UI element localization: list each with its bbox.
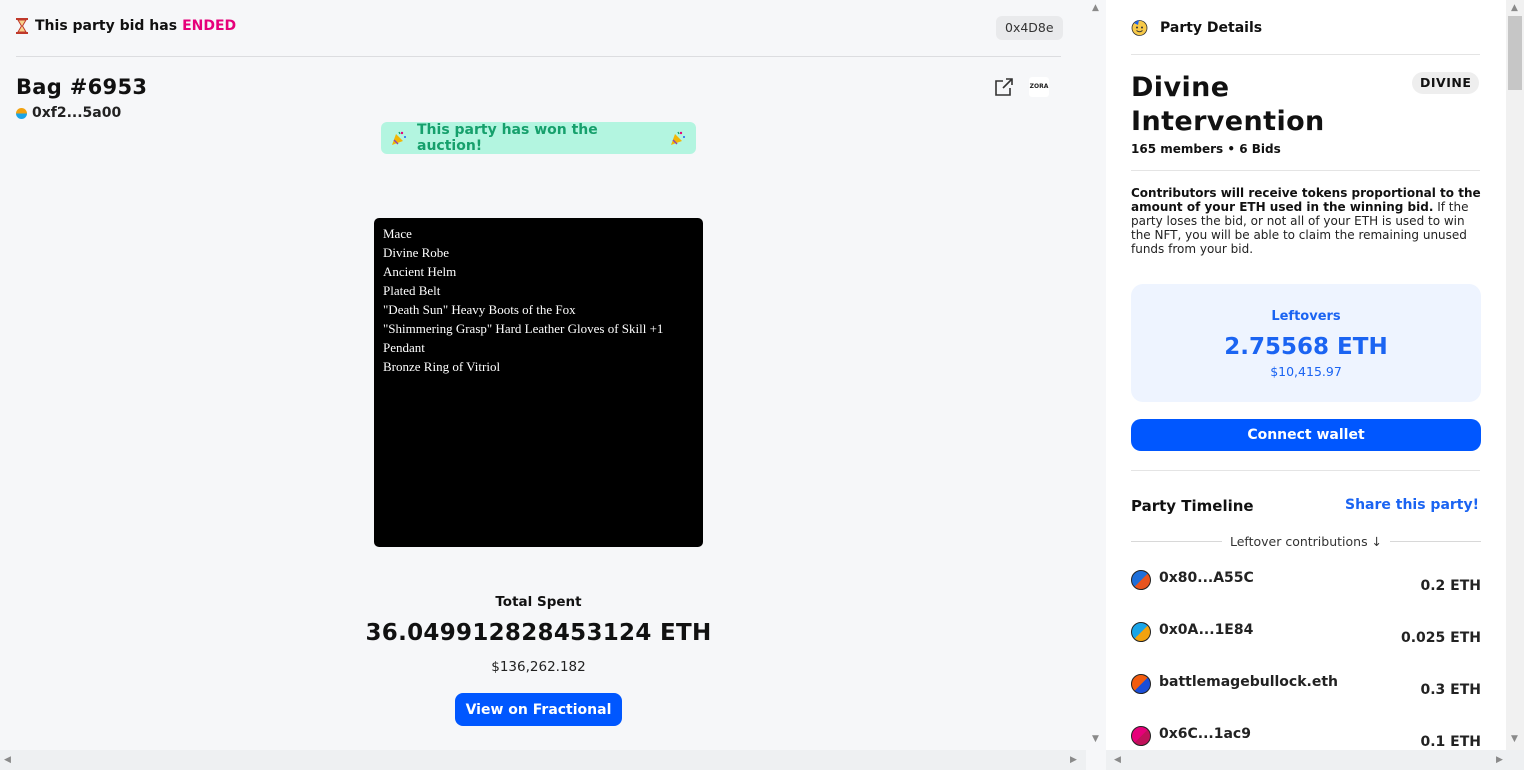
scroll-up-arrow-icon[interactable]: ▲ — [1092, 3, 1099, 13]
nft-image: Mace Divine Robe Ancient Helm Plated Bel… — [374, 218, 703, 547]
party-members-count: 165 members • 6 Bids — [1131, 142, 1281, 156]
party-popper-icon — [670, 130, 686, 146]
left-vertical-scrollbar[interactable]: ▲ ▼ — [1086, 0, 1106, 750]
contribution-row[interactable]: 0x80...A55C 0.2 ETH — [1131, 562, 1481, 602]
owner-avatar — [16, 107, 27, 119]
divider — [16, 56, 1061, 57]
party-details-panel: Party Details Divine Intervention DIVINE… — [1106, 0, 1506, 750]
scroll-down-arrow-icon[interactable]: ▼ — [1092, 734, 1099, 744]
contribution-amount: 0.1 ETH — [1420, 734, 1481, 750]
divider — [1131, 540, 1222, 542]
contribution-row[interactable]: 0x0A...1E84 0.025 ETH — [1131, 614, 1481, 654]
contribution-amount: 0.3 ETH — [1420, 682, 1481, 698]
nft-item: Bronze Ring of Vitriol — [383, 359, 501, 374]
scroll-right-arrow-icon[interactable]: ▶ — [1496, 755, 1503, 765]
leftovers-value: 2.75568 ETH — [1224, 334, 1388, 360]
scrollbar-thumb[interactable] — [1508, 16, 1522, 90]
contribution-row[interactable]: 0x6C...1ac9 0.1 ETH — [1131, 718, 1481, 750]
hourglass-icon — [16, 18, 28, 34]
nft-item: "Death Sun" Heavy Boots of the Fox — [383, 302, 576, 317]
contribution-info-bold: Contributors will receive tokens proport… — [1131, 186, 1481, 214]
leftover-contributions-label[interactable]: Leftover contributions ↓ — [1222, 534, 1390, 549]
contributor-name[interactable]: battlemagebullock.eth — [1159, 674, 1338, 690]
leftovers-usd: $10,415.97 — [1270, 364, 1342, 379]
nft-item: Pendant — [383, 340, 425, 355]
won-banner: This party has won the auction! — [381, 122, 696, 154]
auction-pane: This party bid has ENDED 0x4D8e Bag #695… — [0, 0, 1086, 750]
scroll-up-arrow-icon[interactable]: ▲ — [1511, 3, 1518, 13]
party-popper-icon — [391, 130, 407, 146]
nft-item: Plated Belt — [383, 283, 441, 298]
contribution-amount: 0.025 ETH — [1401, 630, 1481, 646]
share-party-link[interactable]: Share this party! — [1345, 497, 1479, 513]
nft-title: Bag #6953 — [16, 75, 148, 99]
nft-owner[interactable]: 0xf2...5a00 — [16, 105, 121, 121]
party-details-header: Party Details — [1131, 19, 1262, 36]
view-on-fractional-button[interactable]: View on Fractional — [455, 693, 622, 726]
zora-logo-icon[interactable]: ZORA — [1029, 77, 1049, 97]
nft-item: Ancient Helm — [383, 264, 457, 279]
divider — [1131, 54, 1480, 55]
contributor-name[interactable]: 0x0A...1E84 — [1159, 622, 1253, 638]
connect-wallet-button[interactable]: Connect wallet — [1131, 419, 1481, 451]
party-timeline-title: Party Timeline — [1131, 497, 1254, 515]
owner-address: 0xf2...5a00 — [32, 105, 122, 121]
divider — [1131, 170, 1480, 171]
total-spent-label: Total Spent — [495, 594, 582, 610]
scroll-down-arrow-icon[interactable]: ▼ — [1511, 734, 1518, 744]
total-spent-value: 36.049912828453124 ETH — [365, 620, 712, 646]
party-details-title: Party Details — [1160, 19, 1263, 36]
contributor-avatar — [1131, 622, 1151, 642]
party-address-chip[interactable]: 0x4D8e — [996, 16, 1063, 40]
scroll-left-arrow-icon[interactable]: ◀ — [4, 755, 11, 765]
divider — [1131, 470, 1480, 471]
status-prefix: This party bid has — [35, 18, 178, 34]
divider — [1390, 540, 1481, 542]
left-horizontal-scrollbar[interactable]: ◀ ▶ — [0, 750, 1086, 770]
external-link-icon[interactable] — [993, 76, 1015, 98]
contributor-avatar — [1131, 674, 1151, 694]
won-banner-text: This party has won the auction! — [417, 122, 598, 154]
leftovers-label: Leftovers — [1271, 309, 1341, 324]
scroll-right-arrow-icon[interactable]: ▶ — [1070, 755, 1077, 765]
total-spent-usd: $136,262.182 — [491, 659, 586, 675]
party-ticker-badge: DIVINE — [1412, 72, 1480, 94]
leftovers-card: Leftovers 2.75568 ETH $10,415.97 — [1131, 284, 1481, 402]
contribution-amount: 0.2 ETH — [1420, 578, 1481, 594]
party-face-icon — [1131, 19, 1148, 36]
contribution-info-text: Contributors will receive tokens proport… — [1131, 186, 1483, 256]
contributor-name[interactable]: 0x6C...1ac9 — [1159, 726, 1251, 742]
nft-item: Divine Robe — [383, 245, 450, 260]
contributor-name[interactable]: 0x80...A55C — [1159, 570, 1254, 586]
leftover-contributions-separator: Leftover contributions ↓ — [1131, 532, 1481, 550]
party-name: Divine Intervention — [1131, 72, 1325, 137]
nft-item: Mace — [383, 226, 412, 241]
scroll-left-arrow-icon[interactable]: ◀ — [1114, 755, 1121, 765]
contribution-row[interactable]: battlemagebullock.eth 0.3 ETH — [1131, 666, 1481, 706]
contributor-avatar — [1131, 570, 1151, 590]
status-ended: ENDED — [182, 18, 237, 34]
status-bar: This party bid has ENDED — [16, 18, 236, 34]
right-vertical-scrollbar[interactable]: ▲ ▼ — [1506, 0, 1524, 750]
nft-item: "Shimmering Grasp" Hard Leather Gloves o… — [383, 321, 664, 336]
right-horizontal-scrollbar[interactable]: ◀ ▶ — [1106, 750, 1524, 770]
contributor-avatar — [1131, 726, 1151, 746]
